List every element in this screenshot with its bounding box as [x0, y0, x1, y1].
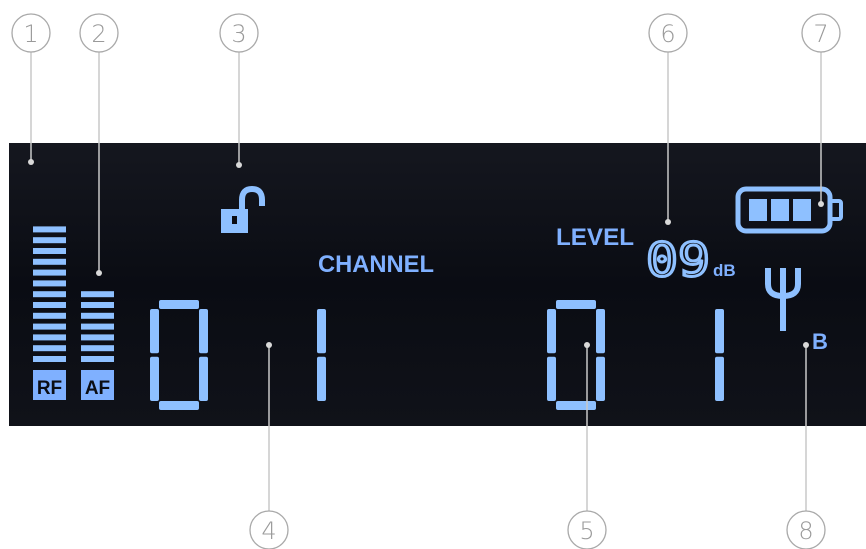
- rf-level-segment: [33, 302, 66, 308]
- digit-segment-c: [596, 356, 605, 401]
- af-label: AF: [85, 378, 110, 399]
- rf-level-segment: [33, 237, 66, 244]
- callout-2-number: 2: [91, 20, 106, 48]
- af-level-segment: [81, 345, 114, 352]
- digit-segment-e: [150, 356, 159, 401]
- digit-segment-c: [199, 356, 208, 401]
- digit-segment-b: [317, 309, 326, 354]
- callout-6: 6: [648, 13, 688, 53]
- level-unit: dB: [713, 261, 736, 280]
- callout-2: 2: [79, 13, 119, 53]
- callout-5-number: 5: [579, 517, 594, 545]
- af-level-segment: [81, 323, 114, 330]
- callout-4-number: 4: [261, 517, 276, 545]
- callout-3-number: 3: [231, 20, 246, 48]
- rf-level-segment: [33, 226, 66, 233]
- battery-bar: [749, 199, 767, 221]
- callout-3: 3: [219, 13, 259, 53]
- digit-segment-d: [556, 401, 596, 410]
- callout-8-number: 8: [798, 517, 813, 545]
- af-level-segment: [81, 302, 114, 308]
- digit-segment-b: [596, 309, 605, 354]
- af-level-segment: [81, 312, 114, 319]
- rf-level-segment: [33, 312, 66, 319]
- digit-segment-c: [317, 356, 326, 401]
- callout-1-number: 1: [23, 20, 38, 48]
- level-value: 09: [646, 233, 710, 287]
- digit-segment-d: [159, 401, 199, 410]
- rf-level-segment: [33, 280, 66, 287]
- receiver-lcd-diagram: RF AF CHANNEL LEVEL 09 dB B 1 2 3 4 5 6 …: [9, 13, 866, 549]
- callout-1: 1: [11, 13, 51, 53]
- antenna-label: B: [812, 329, 828, 354]
- lcd-panel: [9, 143, 866, 426]
- battery-bar: [793, 199, 811, 221]
- digit-segment-a: [556, 300, 596, 309]
- channel-label: CHANNEL: [318, 251, 434, 278]
- callout-6-number: 6: [660, 20, 675, 48]
- rf-level-segment: [33, 248, 66, 254]
- callout-7: 7: [801, 13, 841, 53]
- af-level-segment: [81, 356, 114, 362]
- rf-level-segment: [33, 291, 66, 298]
- rf-level-segment: [33, 258, 66, 265]
- digit-segment-c: [715, 356, 724, 401]
- rf-level-segment: [33, 323, 66, 330]
- af-level-segment: [81, 291, 114, 298]
- rf-level-segment: [33, 334, 66, 341]
- digit-segment-a: [159, 300, 199, 309]
- callout-5: 5: [567, 510, 607, 549]
- callout-7-number: 7: [813, 20, 828, 48]
- digit-segment-f: [150, 309, 159, 354]
- rf-level-segment: [33, 345, 66, 352]
- digit-segment-e: [547, 356, 556, 401]
- battery-bar: [771, 199, 789, 221]
- rf-level-segment: [33, 356, 66, 362]
- level-label: LEVEL: [556, 224, 634, 251]
- rf-label: RF: [37, 378, 62, 399]
- digit-segment-b: [199, 309, 208, 354]
- callout-4: 4: [249, 510, 289, 549]
- callout-8: 8: [786, 510, 826, 549]
- rf-level-segment: [33, 269, 66, 276]
- digit-segment-b: [715, 309, 724, 354]
- af-level-segment: [81, 334, 114, 341]
- digit-segment-f: [547, 309, 556, 354]
